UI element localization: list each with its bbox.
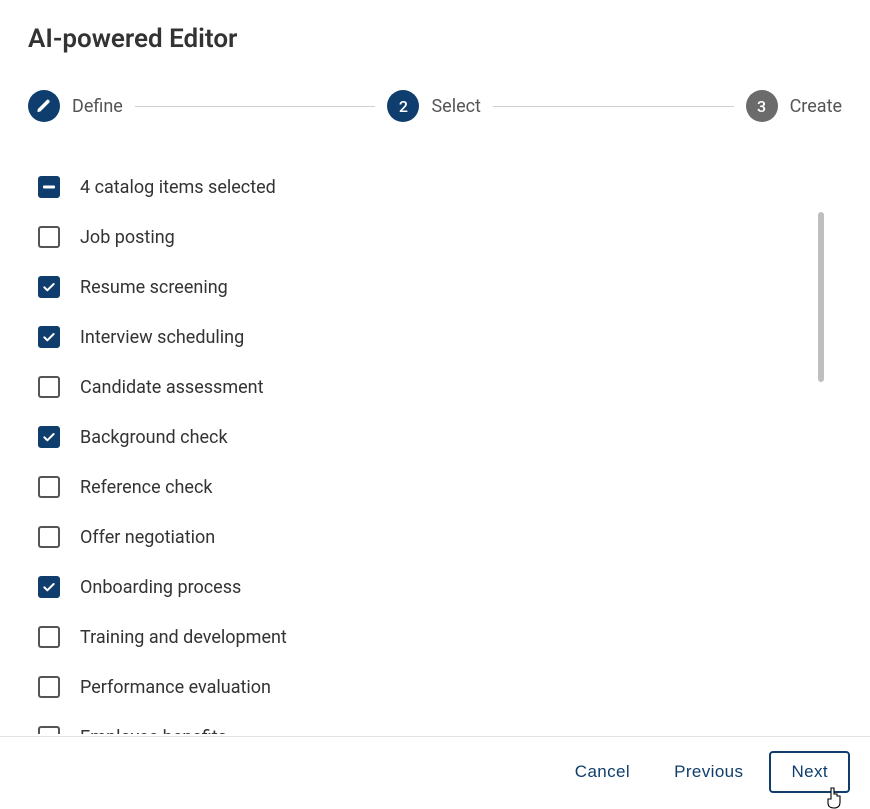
scrollbar-thumb[interactable] <box>818 212 824 382</box>
list-item-label: Candidate assessment <box>80 377 263 398</box>
footer: Cancel Previous Next <box>0 736 870 807</box>
select-all-label: 4 catalog items selected <box>80 177 276 198</box>
catalog-list: 4 catalog items selected Job posting Res… <box>28 162 842 734</box>
list-item: Interview scheduling <box>38 312 842 362</box>
list-item: Performance evaluation <box>38 662 842 712</box>
checkbox[interactable] <box>38 726 60 734</box>
pencil-icon <box>28 90 60 122</box>
list-item: Offer negotiation <box>38 512 842 562</box>
list-item: Onboarding process <box>38 562 842 612</box>
step-label: Select <box>431 96 480 117</box>
list-item-label: Job posting <box>80 227 175 248</box>
checkbox[interactable] <box>38 426 60 448</box>
previous-button[interactable]: Previous <box>656 752 761 792</box>
checkbox[interactable] <box>38 676 60 698</box>
step-create[interactable]: 3 Create <box>746 90 842 122</box>
step-number-icon: 3 <box>746 90 778 122</box>
list-item: Resume screening <box>38 262 842 312</box>
checkbox[interactable] <box>38 376 60 398</box>
list-item: Reference check <box>38 462 842 512</box>
checkbox[interactable] <box>38 476 60 498</box>
step-number-icon: 2 <box>387 90 419 122</box>
step-select[interactable]: 2 Select <box>387 90 480 122</box>
checkbox[interactable] <box>38 276 60 298</box>
step-define[interactable]: Define <box>28 90 123 122</box>
list-item: Training and development <box>38 612 842 662</box>
checkbox[interactable] <box>38 526 60 548</box>
list-item: Background check <box>38 412 842 462</box>
page-title: AI-powered Editor <box>28 24 842 54</box>
checkbox[interactable] <box>38 326 60 348</box>
stepper: Define 2 Select 3 Create <box>28 90 842 122</box>
list-item-label: Reference check <box>80 477 213 498</box>
list-item-label: Onboarding process <box>80 577 241 598</box>
list-item-label: Interview scheduling <box>80 327 244 348</box>
list-item-label: Background check <box>80 427 228 448</box>
list-item-label: Resume screening <box>80 277 228 298</box>
select-all-checkbox[interactable] <box>38 176 60 198</box>
list-item: Job posting <box>38 212 842 262</box>
checkbox[interactable] <box>38 626 60 648</box>
list-item-label: Training and development <box>80 627 287 648</box>
checkbox[interactable] <box>38 576 60 598</box>
select-all-row: 4 catalog items selected <box>38 162 842 212</box>
list-item-label: Performance evaluation <box>80 677 271 698</box>
list-item: Candidate assessment <box>38 362 842 412</box>
step-label: Define <box>72 96 123 117</box>
step-label: Create <box>790 96 842 117</box>
step-divider <box>135 106 376 107</box>
checkbox[interactable] <box>38 226 60 248</box>
list-item: Employee benefits <box>38 712 842 734</box>
cancel-button[interactable]: Cancel <box>557 752 648 792</box>
scrollbar[interactable] <box>818 212 824 382</box>
list-item-label: Employee benefits <box>80 727 227 735</box>
list-item-label: Offer negotiation <box>80 527 215 548</box>
step-divider <box>493 106 734 107</box>
next-button[interactable]: Next <box>769 751 850 793</box>
